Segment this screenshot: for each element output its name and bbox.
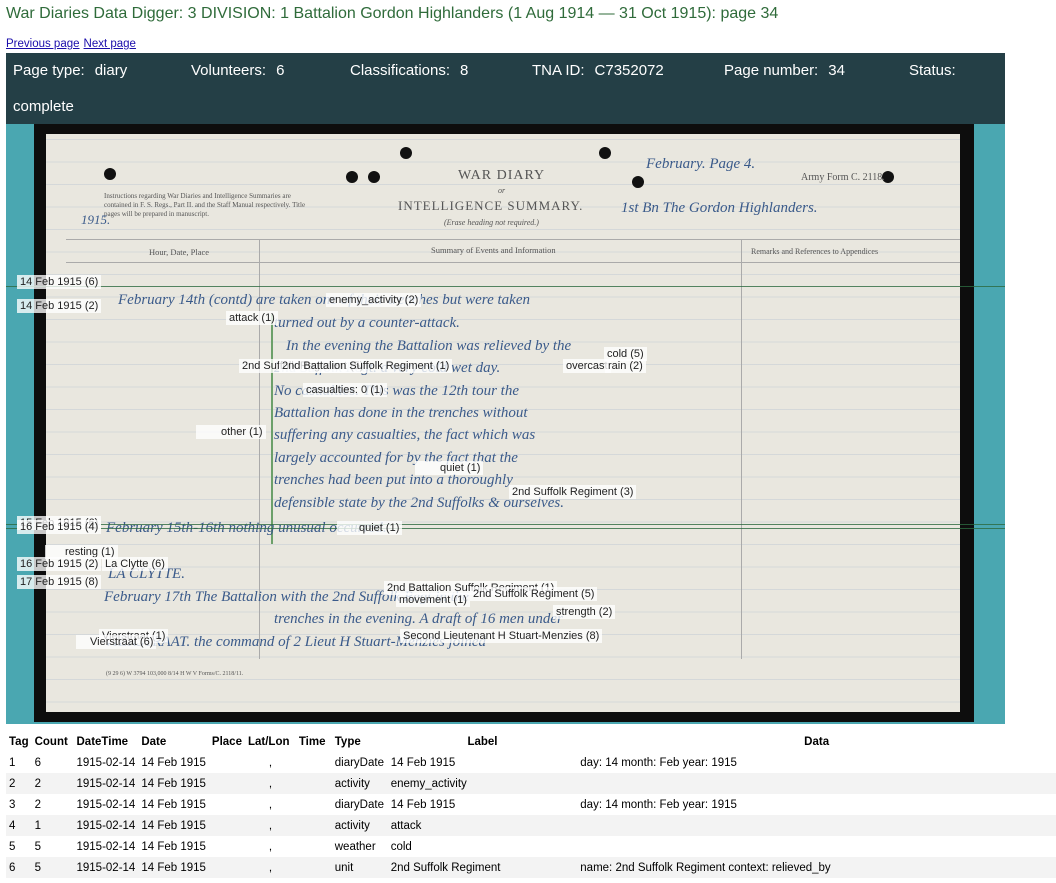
- margin-mark: [271, 314, 273, 544]
- header-rule: [66, 262, 960, 263]
- diary-page-image: WAR DIARY or INTELLIGENCE SUMMARY. (Eras…: [46, 134, 960, 712]
- volunteers-value: 6: [276, 62, 285, 79]
- status-label: Status:: [909, 62, 956, 79]
- table-row: 3 2 1915-02-14 14 Feb 1915, diaryDate 14 Feb …: [9, 798, 737, 811]
- war-diary-heading: WAR DIARY: [458, 168, 546, 183]
- tag-weather[interactable]: overcast: [563, 359, 611, 373]
- title-sub: (1 Aug 1914 — 31 Oct 1915): page 34: [507, 5, 779, 22]
- handwritten-unit: 1st Bn The Gordon Highlanders.: [621, 200, 818, 216]
- page-type-value: diary: [94, 62, 128, 79]
- col-header-date: Date: [141, 735, 167, 748]
- col-header-datetime: DateTime: [76, 735, 129, 748]
- tag-activity[interactable]: movement (1): [396, 593, 470, 607]
- tag-place[interactable]: La Clytte (6): [102, 557, 168, 571]
- table-row: 4 1 1915-02-14 14 Feb 1915, activity attack: [6, 815, 1056, 836]
- tag-activity[interactable]: enemy_activity (2): [326, 293, 422, 307]
- next-page-link[interactable]: Next page: [84, 38, 136, 50]
- col-header-time: Time: [298, 735, 326, 748]
- page-number-value: 34: [828, 62, 845, 79]
- tag-activity[interactable]: attack (1): [226, 311, 278, 325]
- tag-diary-date[interactable]: 14 Feb 1915 (6): [17, 275, 102, 289]
- tna-id-value: C7352072: [594, 62, 664, 79]
- erase-note: (Erase heading not required.): [444, 218, 539, 227]
- punch-hole: [104, 168, 116, 180]
- tag-weather[interactable]: rain (2): [605, 359, 646, 373]
- form-footer: (9 29 6) W 3794 103,000 8/14 H W V Forms…: [106, 671, 244, 677]
- page-number-info: Page number: 34: [724, 62, 845, 79]
- punch-hole: [368, 171, 380, 183]
- page-type-info: Page type: diary: [13, 62, 128, 79]
- army-form-label: Army Form C. 2118.: [801, 172, 885, 183]
- handwritten-line: Battalion has done in the trenches witho…: [274, 405, 528, 421]
- column-remarks: Remarks and References to Appendices: [751, 247, 879, 256]
- classifications-value: 8: [460, 62, 469, 79]
- punch-hole: [400, 147, 412, 159]
- tag-activity[interactable]: quiet (1): [337, 521, 403, 535]
- table-row: 5 5 1915-02-14 14 Feb 1915, weather cold: [9, 840, 412, 853]
- page-title: War Diaries Data Digger: 3 DIVISION: 1 B…: [6, 5, 778, 23]
- tag-diary-date[interactable]: 16 Feb 1915 (2): [17, 557, 102, 571]
- page-info-bar: Page type: diary Volunteers: 6 Classificat…: [6, 53, 1005, 124]
- handwritten-line: turned out by a counter-attack.: [274, 315, 460, 331]
- tag-other[interactable]: other (1): [196, 425, 266, 439]
- col-header-latlon: Lat/Lon: [247, 735, 290, 748]
- header-rule: [66, 239, 960, 240]
- punch-hole: [599, 147, 611, 159]
- tags-data-table: Tag Count DateTime Date Place Lat/Lon Ti…: [6, 731, 1056, 878]
- column-hour-date-place: Hour, Date, Place: [149, 247, 210, 257]
- intelligence-summary-heading: INTELLIGENCE SUMMARY.: [398, 198, 584, 213]
- tag-diary-date[interactable]: 16 Feb 1915 (4): [17, 520, 102, 534]
- handwritten-line: In the evening the Battalion was relieve…: [286, 338, 572, 354]
- col-header-data: Data: [804, 735, 830, 748]
- table-row: 1 6 1915-02-14 14 Feb 1915, diaryDate 14 Feb …: [9, 756, 737, 769]
- col-header-type: Type: [334, 735, 361, 748]
- handwritten-line: trenches in the evening. A draft of 16 m…: [274, 611, 563, 627]
- previous-page-link[interactable]: Previous page: [6, 38, 80, 50]
- tag-unit[interactable]: 2nd Suffolk Regiment (5): [470, 587, 598, 601]
- table-row: 2 2 1915-02-14 14 Feb 1915, activity enemy_ac…: [6, 773, 1056, 794]
- heading-or: or: [498, 186, 506, 195]
- classifications-info: Classifications: 8: [350, 62, 469, 79]
- tag-unit[interactable]: 2nd Suffolk Regiment (3): [509, 485, 637, 499]
- date-divider-line: [6, 528, 1005, 529]
- table-header-row: Tag Count DateTime Date Place Lat/Lon Ti…: [6, 731, 1056, 752]
- tag-unit[interactable]: 2nd Battalion Suffolk Regiment (1): [279, 359, 453, 373]
- title-main: War Diaries Data Digger: 3 DIVISION: 1 B…: [6, 5, 504, 22]
- punch-hole: [346, 171, 358, 183]
- column-divider: [741, 239, 742, 659]
- instructions-note: Instructions regarding War Diaries and I…: [104, 192, 306, 218]
- status-value: complete: [13, 98, 74, 115]
- col-header-place: Place: [211, 735, 242, 748]
- tag-strength[interactable]: strength (2): [553, 605, 616, 619]
- handwritten-year: 1915.: [81, 212, 111, 227]
- tag-casualties[interactable]: casualties: 0 (1): [303, 383, 387, 397]
- tag-person[interactable]: Second Lieutenant H Stuart-Menzies (8): [400, 629, 603, 643]
- punch-hole: [632, 176, 644, 188]
- date-divider-line: [6, 524, 1005, 525]
- tag-diary-date[interactable]: 17 Feb 1915 (8): [17, 575, 102, 589]
- tag-activity[interactable]: quiet (1): [415, 461, 484, 475]
- col-header-count: Count: [34, 735, 68, 748]
- date-divider-line: [6, 286, 1005, 287]
- col-header-label: Label: [467, 735, 498, 748]
- handwritten-line: February 14th (contd) are taken one of t…: [118, 292, 530, 308]
- handwritten-page-note: February. Page 4.: [646, 156, 756, 172]
- tna-id-info: TNA ID: C7352072: [532, 62, 664, 79]
- column-summary: Summary of Events and Information: [431, 245, 556, 255]
- col-header-tag: Tag: [9, 735, 29, 748]
- page-navigation: Previous page Next page: [6, 38, 140, 50]
- volunteers-info: Volunteers: 6: [191, 62, 285, 79]
- tag-diary-date[interactable]: 14 Feb 1915 (2): [17, 299, 102, 313]
- table-row: 6 5 1915-02-14 14 Feb 1915, unit 2nd Suffolk …: [6, 857, 1056, 878]
- tag-place[interactable]: Vierstraat (6): [76, 635, 157, 649]
- handwritten-line: suffering any casualties, the fact which…: [274, 427, 536, 443]
